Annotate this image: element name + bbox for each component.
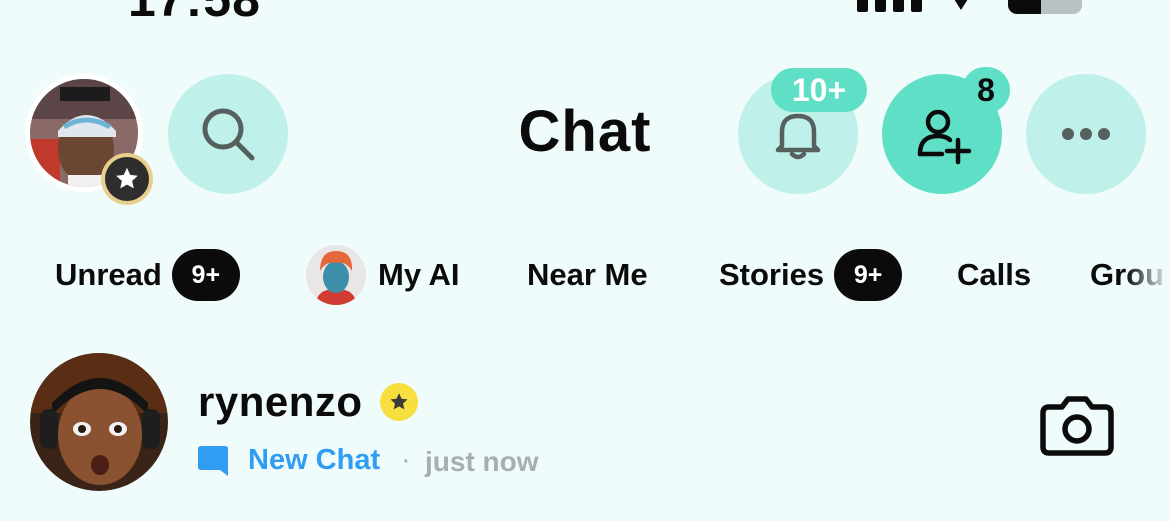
my-ai-avatar <box>306 245 366 305</box>
chat-status: New Chat <box>248 444 381 476</box>
filter-label: Stories <box>719 257 825 292</box>
stories-count-badge: 9+ <box>834 249 903 301</box>
filter-label: Calls <box>957 257 1032 292</box>
filter-calls[interactable]: Calls <box>957 244 1031 306</box>
star-icon <box>116 167 138 189</box>
filter-my-ai[interactable]: My AI <box>306 244 460 306</box>
status-separator: · <box>401 444 411 476</box>
filter-label: Unread <box>55 257 162 292</box>
more-horizontal-icon <box>1062 128 1110 140</box>
battery-icon <box>1008 0 1082 14</box>
chat-contact-name[interactable]: rynenzo <box>198 378 363 426</box>
gold-star-icon <box>380 383 418 421</box>
filter-bar: Unread 9+ My AI Near Me Stories 9+ Calls… <box>0 244 1170 306</box>
filter-near-me[interactable]: Near Me <box>527 244 648 306</box>
unread-count-badge: 9+ <box>171 249 240 301</box>
filter-unread[interactable]: Unread 9+ <box>55 244 240 306</box>
camera-icon[interactable] <box>1040 395 1114 457</box>
wifi-icon <box>954 0 968 10</box>
add-friend-icon <box>917 109 972 165</box>
filter-groups[interactable]: Grou <box>1090 244 1170 306</box>
more-button[interactable] <box>1026 74 1146 194</box>
chat-timestamp: just now <box>425 446 539 477</box>
signal-bars-icon <box>857 0 922 12</box>
filter-label: Grou <box>1090 257 1165 292</box>
status-time: 17:58 <box>128 0 261 28</box>
filter-label: Near Me <box>527 257 648 292</box>
notifications-badge: 10+ <box>771 68 867 112</box>
filter-label: My AI <box>378 257 460 292</box>
chat-bubble-icon <box>198 446 228 476</box>
chat-avatar[interactable] <box>30 353 168 491</box>
friend-requests-badge: 8 <box>962 67 1010 113</box>
filter-stories[interactable]: Stories 9+ <box>719 244 903 306</box>
